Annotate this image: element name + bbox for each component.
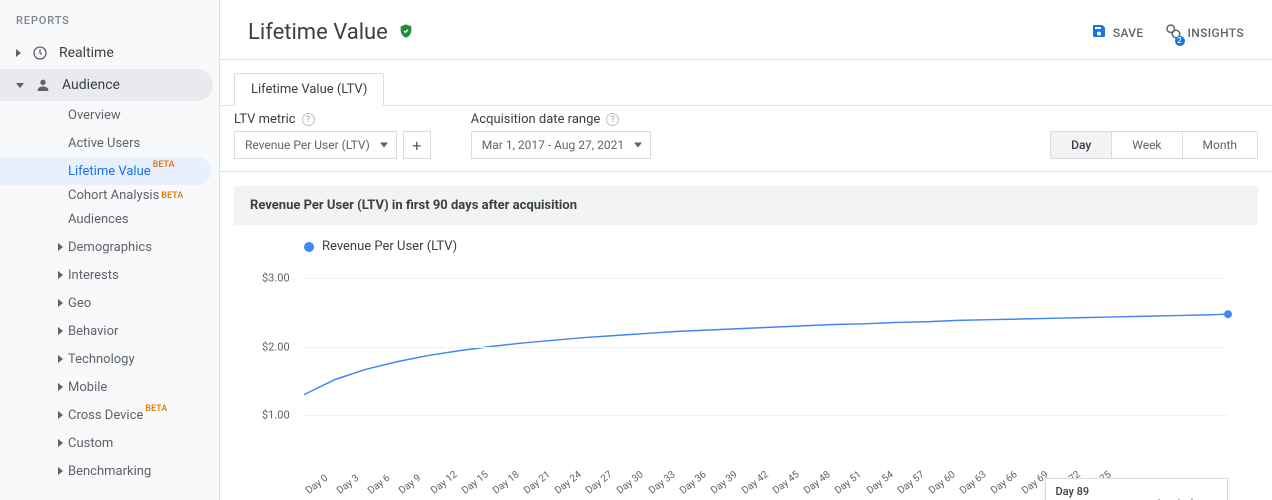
date-range-label: Acquisition date range: [471, 112, 600, 127]
chevron-right-icon: [58, 467, 63, 475]
sidebar-item-demographics[interactable]: Demographics: [0, 233, 219, 261]
chevron-right-icon: [58, 411, 63, 419]
chevron-right-icon: [58, 355, 63, 363]
y-tick: $1.00: [262, 409, 290, 422]
sidebar-item-interests[interactable]: Interests: [0, 261, 219, 289]
sidebar: REPORTS Realtime Audience Overview Activ…: [0, 0, 220, 500]
sidebar-item-custom[interactable]: Custom: [0, 429, 219, 457]
chart-legend: Revenue Per User (LTV): [264, 239, 1228, 264]
chart-card: Revenue Per User (LTV) in first 90 days …: [234, 186, 1258, 500]
help-icon[interactable]: ?: [606, 113, 619, 126]
sidebar-item-lifetime-value[interactable]: Lifetime ValueBETA: [0, 157, 211, 185]
clock-icon: [31, 44, 49, 62]
person-icon: [34, 76, 52, 94]
main: Lifetime Value SAVE INSIGHTS Lifetime Va…: [220, 0, 1272, 500]
nav-audience-label: Audience: [62, 77, 120, 93]
range-week[interactable]: Week: [1111, 132, 1181, 158]
ltv-metric-label: LTV metric: [234, 112, 296, 127]
beta-badge: BETA: [153, 160, 175, 170]
range-day[interactable]: Day: [1051, 132, 1111, 158]
sidebar-item-benchmarking[interactable]: Benchmarking: [0, 457, 219, 485]
sidebar-item-overview[interactable]: Overview: [0, 101, 219, 129]
titlebar: Lifetime Value SAVE INSIGHTS: [220, 0, 1272, 59]
sidebar-item-technology[interactable]: Technology: [0, 345, 219, 373]
tab-ltv[interactable]: Lifetime Value (LTV): [234, 73, 384, 106]
insights-icon: [1164, 22, 1182, 43]
y-tick: $2.00: [262, 340, 290, 353]
tabstrip: Lifetime Value (LTV): [220, 60, 1272, 105]
chevron-right-icon: [58, 299, 63, 307]
chevron-right-icon: [58, 383, 63, 391]
chevron-right-icon: [58, 327, 63, 335]
chart-plot: $1.00$2.00$3.00: [304, 264, 1228, 484]
legend-label: Revenue Per User (LTV): [322, 239, 457, 254]
sidebar-item-mobile[interactable]: Mobile: [0, 373, 219, 401]
sidebar-item-cross-device[interactable]: Cross DeviceBETA: [0, 401, 219, 429]
sidebar-item-geo[interactable]: Geo: [0, 289, 219, 317]
save-button[interactable]: SAVE: [1091, 23, 1144, 42]
ltv-metric-dropdown[interactable]: Revenue Per User (LTV): [234, 131, 397, 159]
chart-line: [304, 264, 1228, 484]
date-range-dropdown[interactable]: Mar 1, 2017 - Aug 27, 2021: [471, 131, 651, 159]
page-title: Lifetime Value: [248, 20, 388, 45]
beta-badge: BETA: [161, 189, 183, 203]
add-metric-button[interactable]: +: [403, 131, 431, 159]
nav-audience[interactable]: Audience: [0, 69, 213, 101]
chart-title: Revenue Per User (LTV) in first 90 days …: [234, 186, 1258, 225]
chevron-right-icon: [16, 49, 21, 57]
save-icon: [1091, 23, 1107, 42]
sidebar-item-behavior[interactable]: Behavior: [0, 317, 219, 345]
legend-dot-icon: [304, 242, 314, 252]
nav-realtime-label: Realtime: [59, 45, 114, 61]
save-label: SAVE: [1113, 26, 1144, 40]
sidebar-header: REPORTS: [0, 10, 219, 37]
sidebar-item-active-users[interactable]: Active Users: [0, 129, 219, 157]
insights-label: INSIGHTS: [1188, 26, 1244, 40]
sidebar-item-cohort-analysis[interactable]: Cohort Analysis BETA: [0, 185, 219, 205]
range-toggle: Day Week Month: [1050, 131, 1258, 159]
chevron-right-icon: [58, 243, 63, 251]
chart-tooltip: Day 89 Revenue Per User (LTV): $2.47: [1045, 478, 1229, 500]
chevron-right-icon: [58, 271, 63, 279]
beta-badge: BETA: [145, 404, 167, 414]
nav-realtime[interactable]: Realtime: [0, 37, 219, 69]
chevron-right-icon: [58, 439, 63, 447]
help-icon[interactable]: ?: [302, 113, 315, 126]
y-tick: $3.00: [262, 271, 290, 284]
range-month[interactable]: Month: [1182, 132, 1257, 158]
chevron-down-icon: [16, 83, 24, 88]
shield-check-icon: [398, 23, 414, 43]
insights-button[interactable]: INSIGHTS: [1164, 22, 1244, 43]
tooltip-day-label: Day 89: [1056, 485, 1218, 498]
sidebar-item-audiences[interactable]: Audiences: [0, 205, 219, 233]
